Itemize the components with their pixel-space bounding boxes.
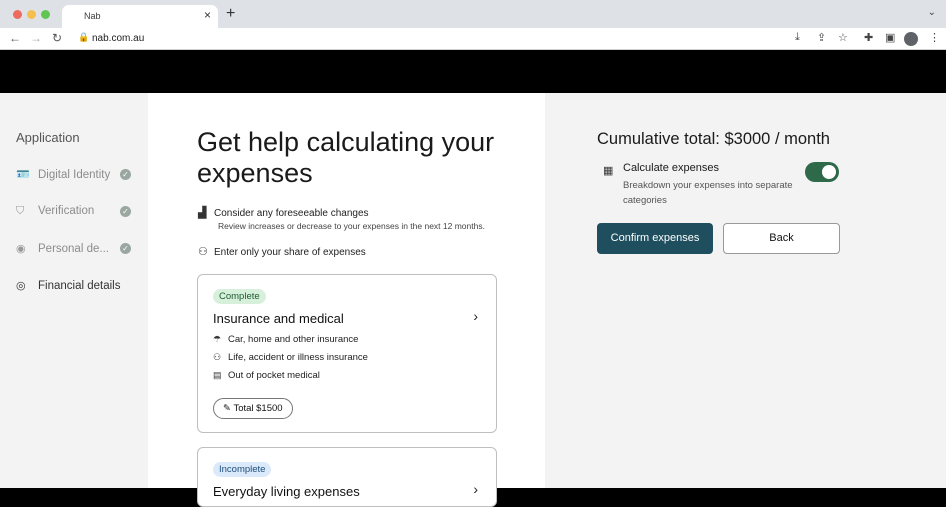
list-item-label: Life, accident or illness insurance [228, 352, 368, 363]
extensions-puzzle-icon[interactable]: ✚ [864, 31, 873, 44]
chevron-right-icon[interactable]: › [473, 308, 478, 324]
address-bar: ← → ↻ 🔒 nab.com.au ⤓ ⇪ ☆ ✚ ▣ ⋮ [0, 28, 946, 50]
list-item: ▤ Out of pocket medical [213, 370, 320, 381]
list-item: ☂ Car, home and other insurance [213, 334, 358, 345]
tab-search-chevron-icon[interactable]: ⌄ [928, 7, 936, 18]
list-item-label: Car, home and other insurance [228, 334, 359, 345]
cumulative-total: Cumulative total: $3000 / month [597, 130, 830, 148]
umbrella-icon: ☂ [213, 334, 222, 344]
tip-foreseeable-changes: ▟ Consider any foreseeable changes [198, 206, 369, 219]
main-content: Get help calculating your expenses ▟ Cons… [148, 93, 545, 507]
status-badge: Incomplete [213, 462, 272, 477]
side-panel-icon[interactable]: ▣ [885, 31, 895, 44]
person-icon: ◉ [16, 243, 26, 255]
tip-share-of-expenses: ⚇ Enter only your share of expenses [198, 245, 366, 258]
page-title: Get help calculating your expenses [197, 127, 495, 188]
zoom-window-button[interactable] [41, 10, 50, 19]
profile-avatar[interactable] [904, 32, 918, 46]
status-badge: Complete [213, 289, 266, 304]
close-window-button[interactable] [13, 10, 22, 19]
bookmark-star-icon[interactable]: ☆ [838, 31, 848, 44]
url-field[interactable]: nab.com.au [92, 33, 144, 44]
lock-icon[interactable]: 🔒 [78, 32, 89, 43]
back-arrow-icon[interactable]: ← [9, 31, 21, 45]
sidebar-item-financial-details[interactable]: ◎ Financial details [16, 279, 120, 292]
page-header-band [0, 50, 946, 93]
tab-close-icon[interactable]: × [204, 8, 211, 22]
minimize-window-button[interactable] [27, 10, 36, 19]
complete-check-icon: ✓ [120, 206, 131, 217]
back-button[interactable]: Back [723, 223, 840, 254]
browser-tab[interactable]: Nab × [62, 5, 218, 28]
tip-title: Consider any foreseeable changes [214, 208, 369, 219]
people-icon: ⚇ [213, 352, 222, 362]
tip-subtext: Review increases or decrease to your exp… [218, 221, 485, 231]
summary-panel: Cumulative total: $3000 / month ▦ Calcul… [545, 93, 946, 488]
expense-card-everyday[interactable]: Incomplete Everyday living expenses › [197, 447, 497, 507]
sidebar-item-label: Financial details [38, 280, 121, 292]
tab-title: Nab [84, 11, 101, 21]
sidebar-item-verification[interactable]: ⛉ Verification [16, 205, 94, 218]
calculate-expenses-subtitle: Breakdown your expenses into separate ca… [623, 180, 793, 206]
id-card-icon: 🪪 [16, 169, 30, 181]
chart-icon: ▟ [198, 207, 207, 219]
calculator-icon: ▦ [603, 165, 614, 177]
pencil-icon: ✎ [223, 403, 231, 414]
chevron-right-icon[interactable]: › [473, 481, 478, 497]
sidebar-title: Application [16, 130, 80, 145]
download-icon[interactable]: ⤓ [795, 31, 800, 44]
expense-card-insurance[interactable]: Complete Insurance and medical › ☂ Car, h… [197, 274, 497, 433]
new-tab-button[interactable]: + [226, 5, 235, 23]
browser-chrome: Nab × + ⌄ ← → ↻ 🔒 nab.com.au ⤓ ⇪ ☆ ✚ ▣ ⋮ [0, 0, 946, 50]
calculate-expenses-toggle[interactable] [805, 162, 839, 182]
card-title: Everyday living expenses [213, 484, 360, 499]
share-icon[interactable]: ⇪ [817, 31, 826, 44]
sidebar-item-digital-identity[interactable]: 🪪 Digital Identity [16, 168, 110, 181]
coins-icon: ◎ [16, 280, 26, 292]
forward-arrow-icon[interactable]: → [30, 31, 42, 45]
sidebar-item-label: Verification [38, 205, 95, 217]
browser-menu-icon[interactable]: ⋮ [929, 31, 940, 44]
people-icon: ⚇ [198, 246, 208, 258]
medical-icon: ▤ [213, 370, 222, 380]
sidebar-item-personal-details[interactable]: ◉ Personal de... [16, 242, 109, 255]
list-item-label: Out of pocket medical [228, 370, 320, 381]
list-item: ⚇ Life, accident or illness insurance [213, 352, 368, 363]
calculate-expenses-title: Calculate expenses [623, 162, 720, 174]
sidebar-item-label: Digital Identity [38, 169, 111, 181]
confirm-expenses-button[interactable]: Confirm expenses [597, 223, 713, 254]
total-pill[interactable]: ✎ Total $1500 [213, 398, 293, 419]
toggle-knob [822, 165, 836, 179]
sidebar-item-label: Personal de... [38, 243, 109, 255]
complete-check-icon: ✓ [120, 169, 131, 180]
application-sidebar: Application 🪪 Digital Identity ✓ ⛉ Verific… [0, 93, 148, 488]
tip-title: Enter only your share of expenses [214, 247, 366, 258]
complete-check-icon: ✓ [120, 243, 131, 254]
shield-check-icon: ⛉ [16, 205, 25, 217]
total-label: Total $1500 [233, 403, 283, 414]
reload-icon[interactable]: ↻ [52, 31, 62, 45]
tab-bar: Nab × + ⌄ [0, 0, 946, 28]
card-title: Insurance and medical [213, 311, 344, 326]
